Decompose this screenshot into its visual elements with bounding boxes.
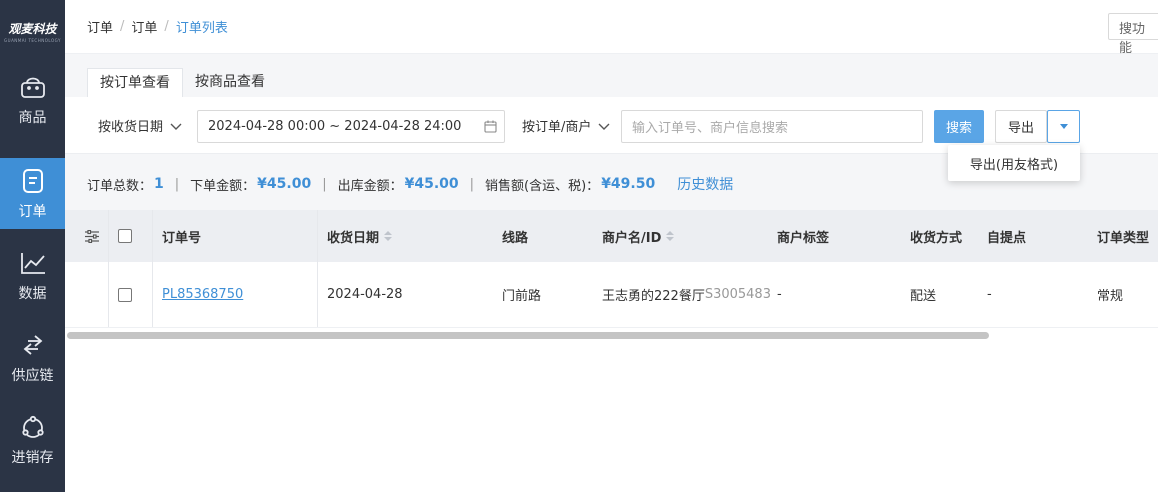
- merchant-name: 王志勇的222餐厅: [602, 289, 705, 304]
- tab-by-product[interactable]: 按商品查看: [183, 68, 277, 98]
- date-cell: 2024-04-28: [327, 287, 403, 302]
- exchange-icon: [23, 334, 42, 355]
- sidebar-item-supply-chain[interactable]: 供应链: [0, 322, 65, 393]
- date-type-select[interactable]: 按收货日期: [98, 116, 182, 135]
- history-data-link[interactable]: 历史数据: [677, 174, 733, 194]
- sidebar-item-inventory[interactable]: 进销存: [0, 404, 65, 475]
- export-button[interactable]: 导出: [995, 110, 1047, 143]
- order-amount-value: ¥45.00: [257, 176, 312, 192]
- column-header-type: 订单类型: [1097, 230, 1150, 246]
- logo-text: 观麦科技: [8, 21, 57, 36]
- breadcrumb-item[interactable]: 订单: [131, 17, 157, 36]
- export-dropdown-toggle[interactable]: [1047, 110, 1080, 143]
- order-no-cell: PL85368750: [162, 262, 243, 327]
- main-content: 按订单查看 按商品查看 按收货日期 2024-04-28 00:00 ~ 202…: [65, 54, 1158, 492]
- summary-separator: |: [469, 176, 475, 192]
- column-header-order-no: 订单号: [162, 230, 202, 246]
- column-divider: [108, 210, 109, 262]
- sidebar-item-label: 数据: [18, 285, 47, 302]
- tag-cell: -: [777, 287, 782, 302]
- search-type-select[interactable]: 按订单/商户: [522, 116, 610, 135]
- total-orders-label: 订单总数：: [87, 178, 153, 194]
- column-divider: [108, 262, 109, 327]
- sidebar-item-products[interactable]: 商品: [0, 64, 65, 135]
- tab-by-order[interactable]: 按订单查看: [87, 68, 183, 98]
- pickup-cell: -: [987, 287, 992, 302]
- breadcrumb-item[interactable]: 订单: [87, 17, 113, 36]
- search-button[interactable]: 搜索: [934, 110, 984, 143]
- order-summary: 订单总数： 1 | 下单金额： ¥45.00 | 出库金额： ¥45.00 | …: [87, 174, 733, 194]
- row-select-cell: [118, 262, 132, 327]
- logo-subtext: GUANMAI TECHNOLOGY: [4, 37, 61, 43]
- sidebar-item-label: 供应链: [11, 367, 54, 384]
- merchant-cell: 王志勇的222餐厅 S3005483: [602, 262, 771, 327]
- order-no-link[interactable]: PL85368750: [162, 287, 243, 302]
- route-cell: 门前路: [502, 289, 542, 304]
- sidebar-item-orders[interactable]: 订单: [0, 158, 65, 229]
- horizontal-scrollbar[interactable]: [67, 332, 989, 339]
- column-settings-button[interactable]: [85, 210, 99, 262]
- column-divider: [317, 262, 318, 327]
- column-header-date[interactable]: 收货日期: [327, 210, 393, 262]
- date-range-value: 2024-04-28 00:00 ~ 2024-04-28 24:00: [208, 119, 462, 134]
- column-divider: [317, 210, 318, 262]
- breadcrumb: 订单 / 订单 / 订单列表 搜功能: [65, 0, 1158, 56]
- sort-icon: [384, 231, 393, 241]
- sliders-icon: [85, 229, 99, 243]
- column-divider: [152, 210, 153, 262]
- date-range-picker[interactable]: 2024-04-28 00:00 ~ 2024-04-28 24:00: [197, 110, 505, 143]
- cycle-icon: [21, 415, 44, 438]
- column-header-label: 商户名/ID: [602, 230, 662, 246]
- sidebar-item-data[interactable]: 数据: [0, 240, 65, 311]
- calendar-icon: [484, 120, 497, 133]
- select-all-cell: [118, 210, 132, 262]
- sidebar-item-label: 进销存: [11, 449, 54, 466]
- order-amount-label: 下单金额：: [190, 178, 256, 194]
- breadcrumb-current: 订单列表: [175, 21, 228, 36]
- column-header-route: 线路: [502, 230, 529, 246]
- sidebar-item-label: 商品: [18, 109, 47, 126]
- order-icon: [22, 168, 43, 193]
- chart-icon: [20, 252, 45, 274]
- column-header-merchant[interactable]: 商户名/ID: [602, 210, 675, 262]
- chevron-down-icon: [598, 123, 610, 130]
- chevron-down-icon: [170, 123, 182, 130]
- table-header: 订单号 收货日期 线路 商户名/ID 商户标签 收货方式 自提点 订单类型: [65, 210, 1158, 262]
- outbound-amount-label: 出库金额：: [337, 178, 403, 194]
- breadcrumb-separator: /: [164, 19, 169, 34]
- column-header-delivery: 收货方式: [910, 230, 963, 246]
- empty-area: [65, 342, 1158, 492]
- table-row[interactable]: PL85368750 2024-04-28 门前路 王志勇的222餐厅 S300…: [65, 262, 1158, 328]
- view-tabs: 按订单查看 按商品查看: [87, 68, 277, 98]
- delivery-cell: 配送: [910, 289, 937, 304]
- export-menu-item-yonyou[interactable]: 导出(用友格式): [948, 145, 1080, 181]
- sort-icon: [666, 231, 675, 241]
- total-orders-value: 1: [154, 176, 164, 192]
- sidebar-item-label: 订单: [18, 203, 47, 220]
- summary-separator: |: [174, 176, 180, 192]
- caret-down-icon: [1059, 124, 1068, 129]
- search-type-label: 按订单/商户: [522, 120, 592, 135]
- type-cell: 常规: [1097, 289, 1124, 304]
- column-header-tag: 商户标签: [777, 230, 830, 246]
- summary-separator: |: [322, 176, 327, 192]
- outbound-amount-value: ¥45.00: [404, 176, 459, 192]
- date-type-label: 按收货日期: [98, 120, 164, 135]
- select-all-checkbox[interactable]: [118, 229, 132, 243]
- orders-table: 订单号 收货日期 线路 商户名/ID 商户标签 收货方式 自提点 订单类型 PL…: [65, 210, 1158, 342]
- column-header-label: 收货日期: [327, 230, 380, 246]
- basket-icon: [20, 77, 45, 98]
- column-header-pickup: 自提点: [987, 230, 1027, 246]
- sidebar: 观麦科技 GUANMAI TECHNOLOGY 商品 订单 数据 供应链 进销存: [0, 0, 65, 492]
- function-search-input[interactable]: 搜功能: [1108, 13, 1158, 56]
- logo: 观麦科技 GUANMAI TECHNOLOGY: [0, 0, 65, 62]
- search-input[interactable]: 输入订单号、商户信息搜索: [621, 110, 923, 143]
- merchant-id: S3005483: [704, 287, 771, 302]
- sales-value: ¥49.50: [601, 176, 656, 192]
- column-divider: [152, 262, 153, 327]
- row-checkbox[interactable]: [118, 287, 132, 302]
- breadcrumb-separator: /: [120, 19, 125, 34]
- sales-label: 销售额(含运、税)：: [485, 178, 600, 194]
